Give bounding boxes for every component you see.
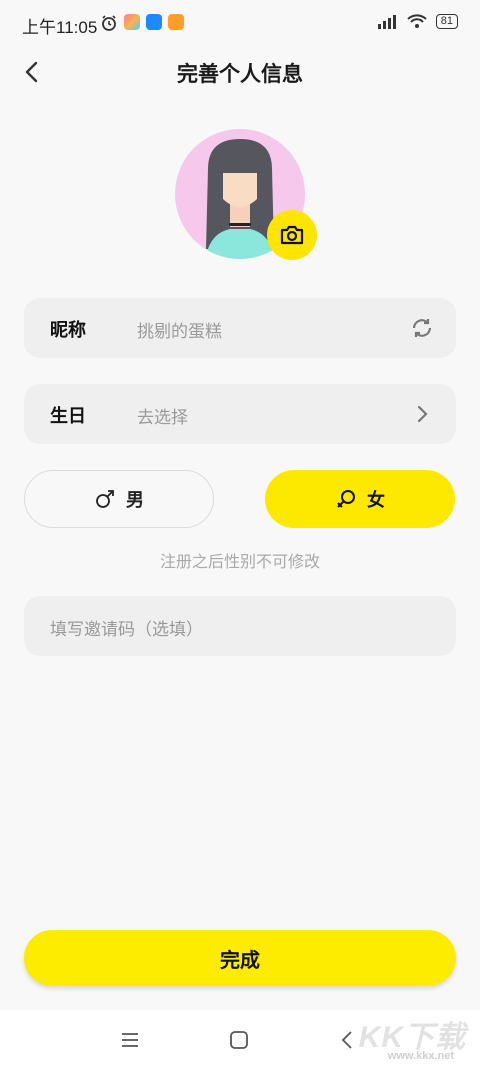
gender-female-label: 女 <box>367 490 385 510</box>
refresh-icon[interactable] <box>410 316 434 340</box>
alarm-icon <box>102 15 116 31</box>
chevron-right-icon <box>417 405 428 423</box>
nickname-label: 昵称 <box>50 320 86 340</box>
page-title: 完善个人信息 <box>177 63 303 86</box>
home-icon[interactable] <box>227 1028 251 1052</box>
camera-icon <box>280 225 304 245</box>
app-notification-icon <box>146 14 162 30</box>
nickname-value[interactable]: 挑剔的蛋糕 <box>137 317 222 342</box>
birthday-label: 生日 <box>50 406 86 426</box>
menu-icon[interactable] <box>118 1028 142 1052</box>
male-icon <box>96 490 114 508</box>
gender-note: 注册之后性别不可修改 <box>159 554 320 571</box>
invite-code-input[interactable]: 填写邀请码（选填） <box>50 615 203 640</box>
wifi-icon <box>407 14 427 28</box>
gender-male-button[interactable]: 男 <box>24 470 214 528</box>
status-notification-icons <box>100 14 184 32</box>
birthday-value[interactable]: 去选择 <box>137 403 188 428</box>
birthday-field[interactable]: 生日 去选择 <box>24 384 456 444</box>
camera-button[interactable] <box>267 210 317 260</box>
nickname-field[interactable]: 昵称 挑剔的蛋糕 <box>24 298 456 358</box>
gender-male-label: 男 <box>126 490 144 510</box>
invite-code-field[interactable]: 填写邀请码（选填） <box>24 596 456 656</box>
back-nav-icon[interactable] <box>336 1028 360 1052</box>
status-time: 上午11:05 <box>22 18 98 37</box>
battery-icon: 81 <box>435 13 458 29</box>
signal-icon <box>377 15 396 29</box>
status-bar: 上午11:05 81 <box>0 0 480 48</box>
watermark-url: www.kkx.net <box>387 1050 454 1062</box>
status-right-icons: 81 <box>376 13 458 29</box>
female-icon <box>337 490 355 508</box>
done-button[interactable]: 完成 <box>24 930 456 986</box>
app-notification-icon <box>124 14 140 30</box>
gender-female-button[interactable]: 女 <box>265 470 455 528</box>
app-notification-icon <box>168 14 184 30</box>
